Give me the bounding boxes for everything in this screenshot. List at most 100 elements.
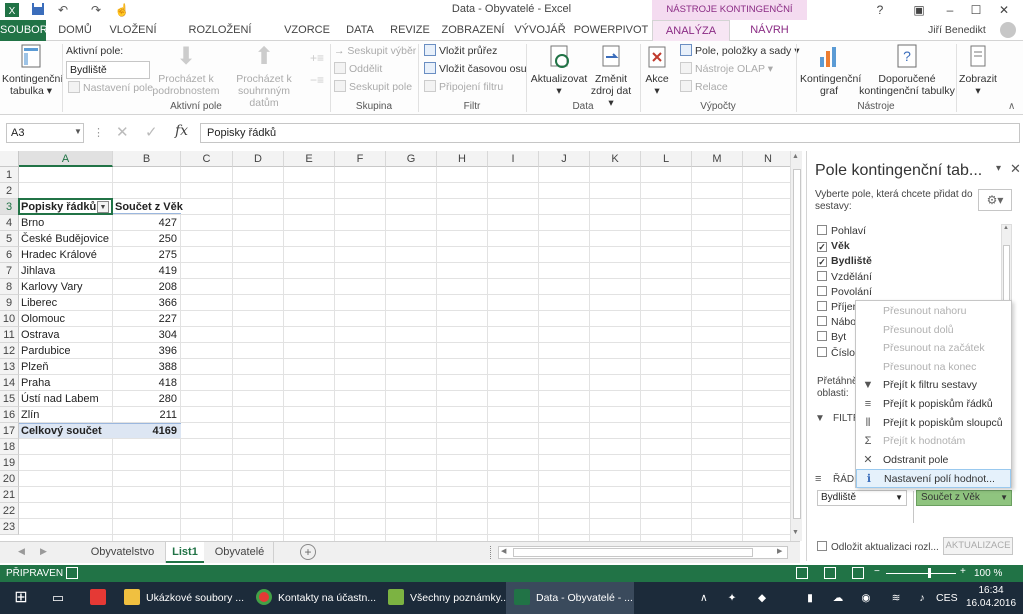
- context-menu-item[interactable]: Přesunout na konec: [856, 358, 1011, 377]
- row-header-15[interactable]: 15: [0, 391, 19, 407]
- macro-record-icon[interactable]: [66, 567, 78, 579]
- name-box[interactable]: A3: [6, 123, 84, 143]
- pivot-value[interactable]: 396: [115, 343, 179, 359]
- field-item[interactable]: ✓ Bydliště: [817, 254, 872, 269]
- field-item[interactable]: Byt: [817, 330, 846, 345]
- pivot-row-label[interactable]: Ústí nad Labem: [21, 391, 111, 407]
- pivot-value[interactable]: 227: [115, 311, 179, 327]
- tab-developer[interactable]: VÝVOJÁŘ: [510, 20, 570, 41]
- pivot-row-label[interactable]: České Budějovice: [21, 231, 111, 247]
- collapse-field-icon[interactable]: −≡: [310, 73, 324, 87]
- pivot-value[interactable]: 427: [115, 215, 179, 231]
- context-menu-item[interactable]: Σ Přejít k hodnotám: [856, 432, 1011, 451]
- field-checkbox[interactable]: [817, 301, 827, 311]
- row-header-11[interactable]: 11: [0, 327, 19, 343]
- filter-connections-button[interactable]: Připojení filtru: [424, 79, 503, 96]
- normal-view-icon[interactable]: [796, 567, 808, 579]
- pivot-value[interactable]: 275: [115, 247, 179, 263]
- field-item[interactable]: Povolání: [817, 285, 872, 300]
- rows-field-item[interactable]: Bydliště ▼: [817, 490, 907, 506]
- zoom-level[interactable]: 100 %: [974, 568, 1002, 579]
- dropbox-icon[interactable]: ◆: [752, 582, 772, 614]
- context-menu-item[interactable]: ⦀ Přejít k popiskům sloupců: [856, 414, 1011, 433]
- row-header-18[interactable]: 18: [0, 439, 19, 455]
- relationships-button[interactable]: Relace: [680, 79, 728, 96]
- pivot-table-button[interactable]: Kontingenční tabulka ▾: [2, 43, 63, 97]
- pivot-row-label[interactable]: Jihlava: [21, 263, 111, 279]
- start-icon[interactable]: ⊞: [6, 582, 36, 614]
- tab-data[interactable]: DATA: [338, 20, 382, 41]
- ribbon-display-icon[interactable]: ▣: [905, 0, 933, 20]
- tab-design[interactable]: NÁVRH: [732, 20, 807, 41]
- pivot-value[interactable]: 280: [115, 391, 179, 407]
- refresh-button[interactable]: Aktualizovat ▾: [530, 43, 588, 97]
- zoom-slider-thumb[interactable]: [928, 568, 931, 578]
- taskbar-excel[interactable]: Data - Obyvatelé - ...: [506, 582, 634, 614]
- pivot-row-label[interactable]: Olomouc: [21, 311, 111, 327]
- column-header-k[interactable]: K: [590, 151, 641, 167]
- column-header-j[interactable]: J: [539, 151, 590, 167]
- defer-update-checkbox[interactable]: Odložit aktualizaci rozl...: [817, 541, 939, 553]
- field-checkbox[interactable]: [817, 270, 827, 281]
- store-icon[interactable]: [82, 582, 112, 614]
- row-header-14[interactable]: 14: [0, 375, 19, 391]
- row-header-16[interactable]: 16: [0, 407, 19, 423]
- field-checkbox[interactable]: ✓: [817, 257, 827, 268]
- horizontal-scrollbar[interactable]: ◀ ▶: [498, 546, 788, 559]
- scroll-right-icon[interactable]: ▶: [777, 547, 782, 555]
- cancel-icon[interactable]: ✕: [116, 123, 129, 141]
- tab-analyze[interactable]: ANALÝZA: [652, 20, 730, 41]
- field-checkbox[interactable]: [817, 225, 827, 235]
- vertical-scrollbar[interactable]: ▲ ▼: [790, 151, 802, 541]
- field-checkbox[interactable]: [817, 331, 827, 342]
- tab-split-handle[interactable]: [490, 546, 493, 559]
- field-checkbox[interactable]: [817, 285, 827, 296]
- taskbar-notes[interactable]: Všechny poznámky...: [380, 582, 506, 614]
- group-field-button[interactable]: Seskupit pole: [334, 79, 412, 96]
- column-header-i[interactable]: I: [488, 151, 539, 167]
- grand-total-label[interactable]: Celkový součet: [21, 423, 111, 439]
- pivot-row-label[interactable]: Pardubice: [21, 343, 111, 359]
- pivot-value[interactable]: 418: [115, 375, 179, 391]
- row-header-1[interactable]: 1: [0, 167, 19, 183]
- row-header-19[interactable]: 19: [0, 455, 19, 471]
- help-icon[interactable]: ?: [866, 0, 894, 20]
- column-header-a[interactable]: A: [19, 151, 113, 167]
- pivot-row-label[interactable]: Brno: [21, 215, 111, 231]
- pivot-value[interactable]: 250: [115, 231, 179, 247]
- row-header-22[interactable]: 22: [0, 503, 19, 519]
- column-header-h[interactable]: H: [437, 151, 488, 167]
- row-header-13[interactable]: 13: [0, 359, 19, 375]
- row-header-4[interactable]: 4: [0, 215, 19, 231]
- sheet-tab-obyvatelstvo[interactable]: Obyvatelstvo: [80, 542, 166, 563]
- tab-formulas[interactable]: VZORCE: [278, 20, 336, 41]
- tab-review[interactable]: REVIZE: [384, 20, 436, 41]
- pivot-value[interactable]: 208: [115, 279, 179, 295]
- select-all-corner[interactable]: [0, 151, 19, 167]
- pivot-value[interactable]: 388: [115, 359, 179, 375]
- context-menu-item[interactable]: Přesunout na začátek: [856, 339, 1011, 358]
- security-icon[interactable]: ◉: [856, 582, 876, 614]
- group-selection-button[interactable]: → Seskupit výběr: [334, 43, 416, 60]
- context-menu-item[interactable]: ✕ Odstranit pole: [856, 451, 1011, 470]
- pivot-value[interactable]: 304: [115, 327, 179, 343]
- row-header-5[interactable]: 5: [0, 231, 19, 247]
- column-header-g[interactable]: G: [386, 151, 437, 167]
- maximize-icon[interactable]: ☐: [962, 0, 990, 20]
- column-header-n[interactable]: N: [743, 151, 790, 167]
- context-menu-item[interactable]: Přesunout nahoru: [856, 302, 1011, 321]
- update-button[interactable]: AKTUALIZACE: [943, 537, 1013, 555]
- grand-total-value[interactable]: 4169: [115, 423, 179, 439]
- tab-page-layout[interactable]: ROZLOŽENÍ STRÁNKY: [165, 20, 275, 57]
- change-source-button[interactable]: Změnit zdroj dat ▾: [588, 43, 634, 109]
- column-header-b[interactable]: B: [113, 151, 181, 167]
- zoom-slider[interactable]: [886, 573, 956, 574]
- sheet-tab-obyvatele[interactable]: Obyvatelé: [206, 542, 274, 563]
- tray-chevron-up-icon[interactable]: ∧: [700, 582, 714, 614]
- pivot-value[interactable]: 211: [115, 407, 179, 423]
- tab-file[interactable]: SOUBOR: [0, 20, 48, 41]
- row-header-20[interactable]: 20: [0, 471, 19, 487]
- pivot-row-label[interactable]: Hradec Králové: [21, 247, 111, 263]
- fields-items-sets-button[interactable]: Pole, položky a sady ▾: [680, 43, 800, 60]
- clock[interactable]: 16:34 16.04.2016: [966, 584, 1016, 610]
